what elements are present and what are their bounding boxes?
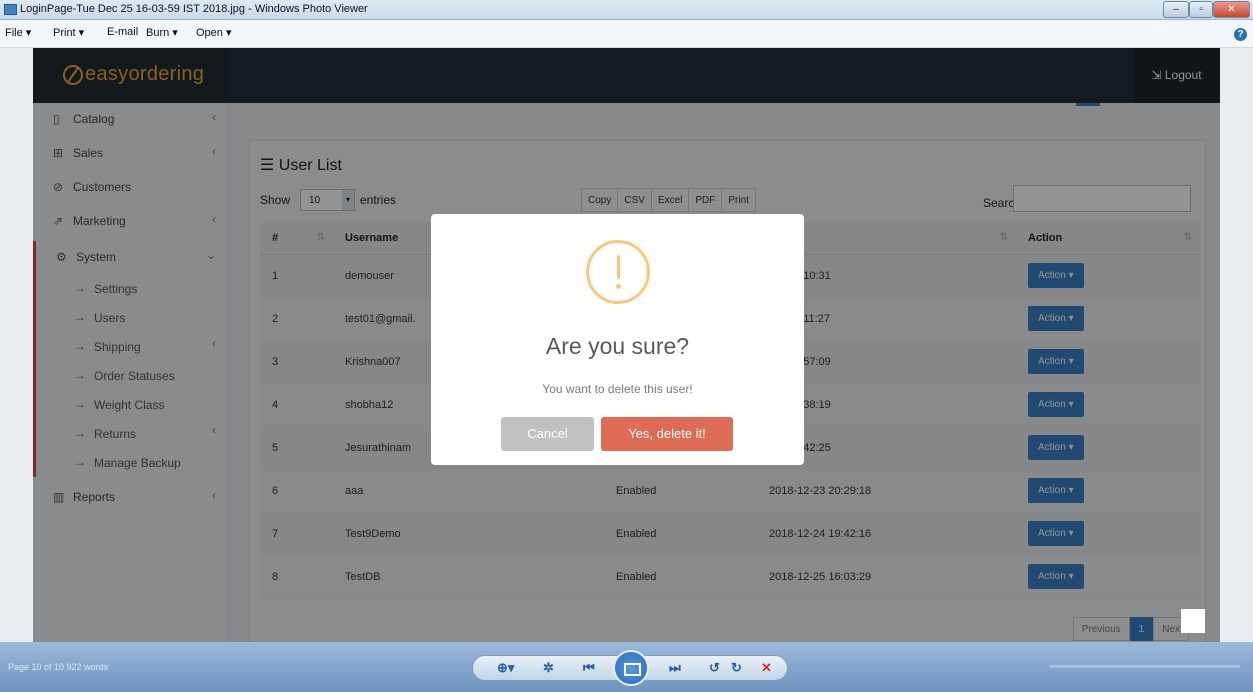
rotate-cw-icon[interactable]: ↻ (731, 660, 742, 676)
slideshow-button[interactable] (613, 650, 649, 686)
maximize-button[interactable]: ▫ (1189, 1, 1213, 18)
help-icon[interactable]: ? (1234, 28, 1247, 41)
window-title: LoginPage-Tue Dec 25 16-03-59 IST 2018.j… (20, 3, 368, 15)
next-image-icon[interactable]: ⏭ (669, 660, 681, 676)
menu-burn[interactable]: Burn ▾ (146, 26, 178, 39)
dialog-title: Are you sure? (545, 333, 690, 359)
window-title-bar: LoginPage-Tue Dec 25 16-03-59 IST 2018.j… (0, 0, 1253, 20)
menu-email[interactable]: E-mail (107, 26, 138, 38)
confirm-delete-button[interactable]: Yes, delete it! (601, 417, 733, 451)
cursor-box (1180, 608, 1206, 634)
menu-print[interactable]: Print ▾ (53, 26, 84, 39)
viewer-control-bar: Page 10 of 10 922 words ⊕▾ ✲ ⏮ ⏭ ↺ ↻ ✕ (0, 642, 1253, 692)
dialog-message: You want to delete this user! (542, 382, 693, 396)
actual-size-icon[interactable]: ✲ (543, 660, 554, 676)
delete-icon[interactable]: ✕ (761, 660, 772, 676)
photo-viewer-icon (4, 4, 17, 15)
rotate-ccw-icon[interactable]: ↺ (709, 660, 720, 676)
menu-file[interactable]: File ▾ (5, 26, 31, 39)
previous-image-icon[interactable]: ⏮ (583, 660, 595, 676)
menu-open[interactable]: Open ▾ (196, 26, 232, 39)
close-button[interactable]: ✕ (1213, 1, 1250, 18)
zoom-slider[interactable] (1050, 665, 1240, 668)
confirm-dialog: Are you sure? You want to delete this us… (431, 214, 804, 465)
viewed-screenshot: easyordering ⇲ Logout ▯ Catalog ‹ ⊞ Sale… (33, 48, 1220, 642)
minimize-button[interactable]: – (1163, 1, 1189, 18)
viewer-status: Page 10 of 10 922 words (8, 662, 109, 672)
viewer-menu-bar: File ▾ Print ▾ E-mail Burn ▾ Open ▾ ? (0, 20, 1253, 48)
warning-icon (586, 240, 650, 304)
cancel-button[interactable]: Cancel (501, 417, 594, 451)
zoom-icon[interactable]: ⊕▾ (497, 660, 514, 676)
